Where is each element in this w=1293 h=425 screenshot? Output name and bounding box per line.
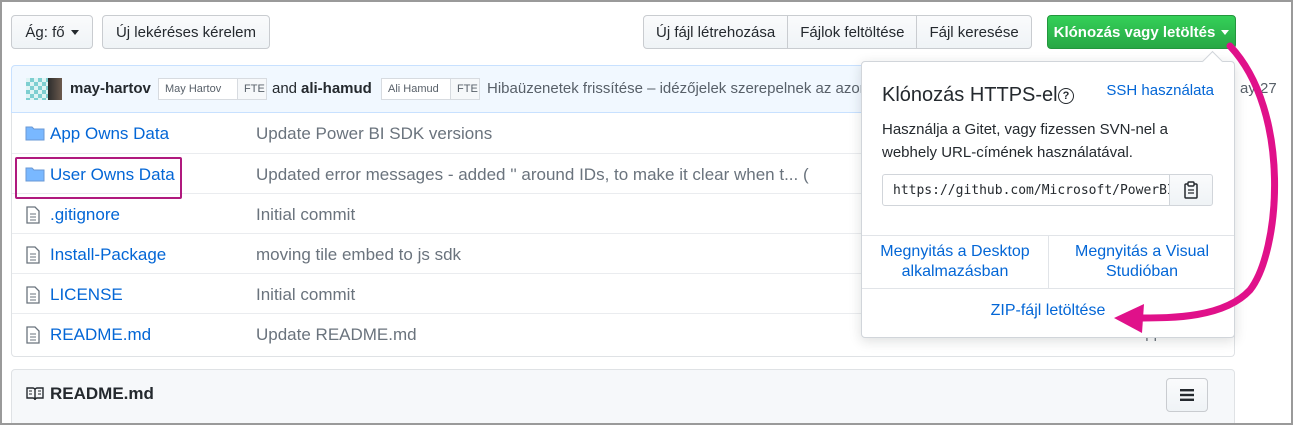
file-name-link[interactable]: .gitignore [50,205,120,225]
readme-header: README.md [11,369,1235,423]
open-in-desktop-link[interactable]: Megnyitás a Desktop alkalmazásban [862,236,1049,288]
commit-message-link[interactable]: moving tile embed to js sdk [256,245,461,265]
author-name-badge: Ali Hamud [381,78,451,100]
chevron-down-icon [70,29,79,35]
download-zip-link[interactable]: ZIP-fájl letöltése [862,302,1234,320]
copy-url-button[interactable] [1169,174,1213,206]
commit-message-link[interactable]: Initial commit [256,205,355,225]
readme-menu-button[interactable] [1166,378,1208,412]
employee-badge: FTE [450,78,480,100]
commit-message-link[interactable]: Update README.md [256,325,417,345]
file-icon [26,326,40,344]
file-icon [26,286,40,304]
commit-author-link[interactable]: may-hartov [70,80,151,97]
file-name-link[interactable]: LICENSE [50,285,123,305]
help-icon[interactable]: ? [1058,88,1074,104]
commit-time: ay 27 [1240,80,1277,97]
hamburger-icon [1180,389,1194,401]
use-ssh-link[interactable]: SSH használata [1106,82,1214,99]
commit-message-link[interactable]: Hibaüzenetek frissítése – idézőjelek sze… [487,80,876,97]
file-name-link[interactable]: Install-Package [50,245,166,265]
author-name-badge: May Hartov [158,78,238,100]
avatar[interactable] [26,78,48,100]
find-file-button[interactable]: Fájl keresése [916,15,1032,49]
clone-or-download-button[interactable]: Klónozás vagy letöltés [1047,15,1236,49]
window-frame: Ág: fő Új lekéréses kérelem Új fájl létr… [0,0,1293,425]
file-name-link[interactable]: README.md [50,325,151,345]
avatar[interactable] [48,78,62,100]
employee-badge: FTE [237,78,267,100]
chevron-down-icon [1221,29,1230,35]
open-in-visual-studio-link[interactable]: Megnyitás a Visual Studióban [1049,236,1235,288]
popover-arrow [1201,50,1224,73]
branch-label: Ág: fő [25,23,65,41]
clone-button-label: Klónozás vagy letöltés [1053,23,1216,41]
clipboard-icon [1184,181,1198,199]
file-name-link[interactable]: App Owns Data [50,124,169,144]
open-in-row: Megnyitás a Desktop alkalmazásban Megnyi… [862,235,1234,289]
commit-message-link[interactable]: Initial commit [256,285,355,305]
branch-select-button[interactable]: Ág: fő [11,15,93,49]
commit-and-text: and [272,80,298,97]
folder-icon [25,126,45,141]
file-icon [26,246,40,264]
file-icon [26,206,40,224]
commit-coauthor-link[interactable]: ali-hamud [301,80,372,97]
clone-popover-title: Klónozás HTTPS-el [882,84,1058,106]
book-icon [26,387,44,401]
commit-message-link[interactable]: Update Power BI SDK versions [256,124,492,144]
new-pull-request-button[interactable]: Új lekéréses kérelem [102,15,270,49]
create-new-file-button[interactable]: Új fájl létrehozása [643,15,789,49]
clone-url-input[interactable]: https://github.com/Microsoft/PowerBI-Dev… [882,174,1170,206]
clone-description: Használja a Gitet, vagy fizessen SVN-nel… [882,121,1168,161]
readme-title: README.md [50,384,154,403]
file-actions-group: Új fájl létrehozása Fájlok feltöltése Fá… [643,15,1032,49]
user-owns-data-highlight-box [15,157,182,199]
upload-files-button[interactable]: Fájlok feltöltése [787,15,918,49]
clone-popover: Klónozás HTTPS-el ? SSH használata Haszn… [861,50,1235,338]
commit-message-link[interactable]: Updated error messages - added '' around… [256,165,809,185]
